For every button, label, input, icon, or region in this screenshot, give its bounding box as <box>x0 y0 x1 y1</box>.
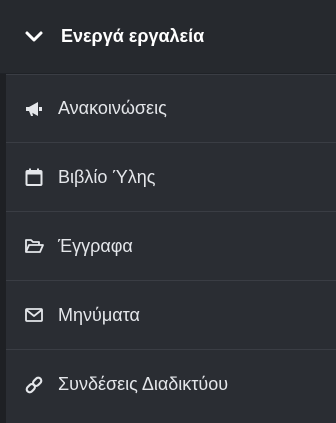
link-icon <box>24 375 44 395</box>
tool-item-label: Έγγραφα <box>58 235 133 256</box>
tool-item-web-links[interactable]: Συνδέσεις Διαδικτύου <box>6 350 336 419</box>
envelope-icon <box>24 305 44 325</box>
active-tools-header[interactable]: Ενεργά εργαλεία <box>0 0 336 74</box>
folder-open-icon <box>24 236 44 256</box>
tool-item-label: Συνδέσεις Διαδικτύου <box>58 374 229 394</box>
tool-item-label: Μηνύματα <box>58 304 140 325</box>
active-tools-panel: Ενεργά εργαλεία Ανακοινώσεις Βιβλίο Ύλης… <box>0 0 336 423</box>
tool-item-label: Βιβλίο Ύλης <box>58 166 156 187</box>
tool-item-announcements[interactable]: Ανακοινώσεις <box>6 74 336 143</box>
tool-item-label: Ανακοινώσεις <box>58 98 167 118</box>
tool-item-documents[interactable]: Έγγραφα <box>6 212 336 281</box>
tool-item-syllabus[interactable]: Βιβλίο Ύλης <box>6 143 336 212</box>
active-tools-title: Ενεργά εργαλεία <box>61 26 205 46</box>
chevron-down-icon <box>24 27 44 47</box>
tool-item-messages[interactable]: Μηνύματα <box>6 281 336 350</box>
calendar-icon <box>24 167 44 187</box>
tools-list: Ανακοινώσεις Βιβλίο Ύλης Έγγραφα Μηνύματ… <box>0 74 336 423</box>
megaphone-icon <box>24 99 44 119</box>
